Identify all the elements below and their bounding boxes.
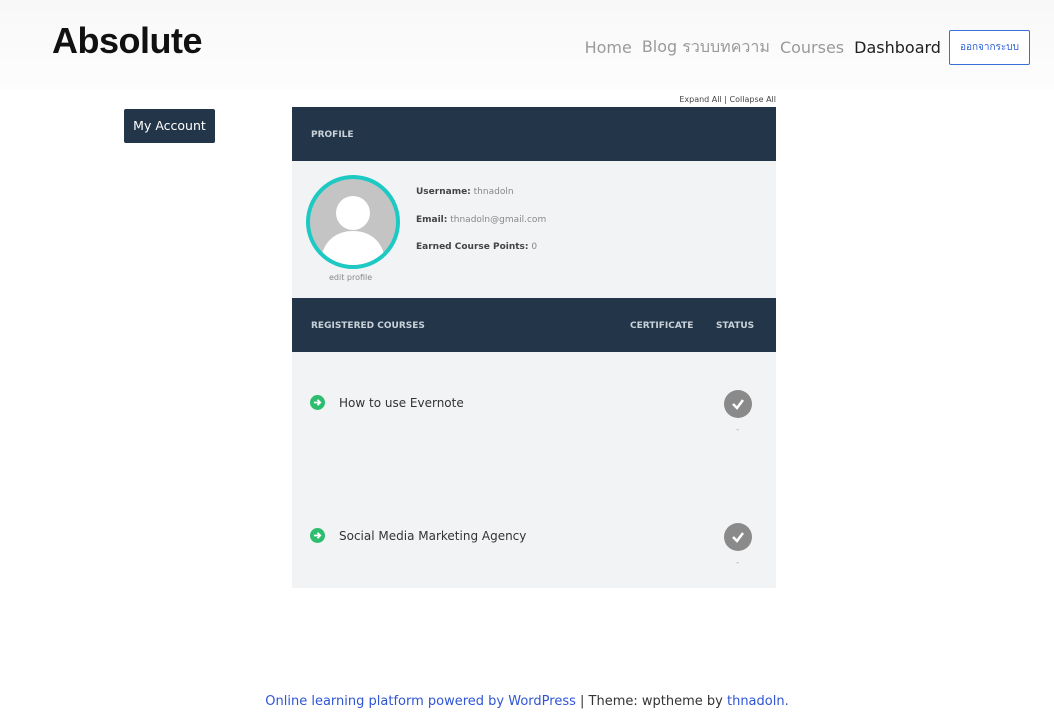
avatar[interactable] [306,175,400,269]
my-account-button[interactable]: My Account [124,109,215,143]
certificate-column-header: CERTIFICATE [630,321,694,331]
nav-home[interactable]: Home [585,38,632,57]
site-logo[interactable]: Absolute [52,20,203,62]
expand-collapse-controls: Expand All | Collapse All [560,95,776,104]
author-link[interactable]: thnadoln. [727,694,789,709]
nav-courses[interactable]: Courses [780,38,844,57]
courses-section-title: REGISTERED COURSES [311,321,425,331]
arrow-right-circle-icon [310,528,325,543]
profile-header[interactable]: PROFILE [292,107,776,161]
course-row[interactable]: Social Media Marketing Agency [310,528,526,543]
expand-all-link[interactable]: Expand All [679,95,721,104]
profile-section-title: PROFILE [311,130,354,140]
email-row: Email: thnadoln@gmail.com [416,215,546,225]
user-silhouette-icon [320,196,386,265]
logout-button[interactable]: ออกจากระบบ [948,30,1030,65]
footer-separator: | [575,694,589,709]
course-title[interactable]: How to use Evernote [339,396,464,410]
certificate-value: - [736,425,740,435]
course-row[interactable]: How to use Evernote [310,395,464,410]
collapse-all-link[interactable]: Collapse All [730,95,776,104]
course-title[interactable]: Social Media Marketing Agency [339,529,526,543]
points-label: Earned Course Points: [416,242,529,252]
email-label: Email: [416,215,448,225]
status-check-icon [724,390,752,418]
status-check-icon [724,523,752,551]
courses-header: REGISTERED COURSES CERTIFICATE STATUS [292,298,776,352]
dashboard-panel: PROFILE edit profile Username: thnadoln … [292,107,776,588]
nav-blog[interactable]: Blog รวบบทความ [642,35,770,60]
edit-profile-link[interactable]: edit profile [329,273,372,282]
expand-separator: | [724,95,727,104]
platform-link[interactable]: Online learning platform powered by Word… [265,694,576,709]
points-value: 0 [531,242,538,252]
main-nav: Home Blog รวบบทความ Courses Dashboard ออ… [575,30,1030,65]
email-value: thnadoln@gmail.com [450,215,547,225]
site-header: Absolute Home Blog รวบบทความ Courses Das… [0,0,1054,90]
status-column-header: STATUS [716,321,755,331]
username-label: Username: [416,187,471,197]
theme-text: Theme: wptheme by [588,694,727,709]
certificate-value: - [736,558,740,568]
nav-dashboard[interactable]: Dashboard [854,38,941,57]
arrow-right-circle-icon [310,395,325,410]
points-row: Earned Course Points: 0 [416,242,537,252]
username-row: Username: thnadoln [416,187,514,197]
site-footer: Online learning platform powered by Word… [0,694,1054,709]
username-value: thnadoln [473,187,514,197]
